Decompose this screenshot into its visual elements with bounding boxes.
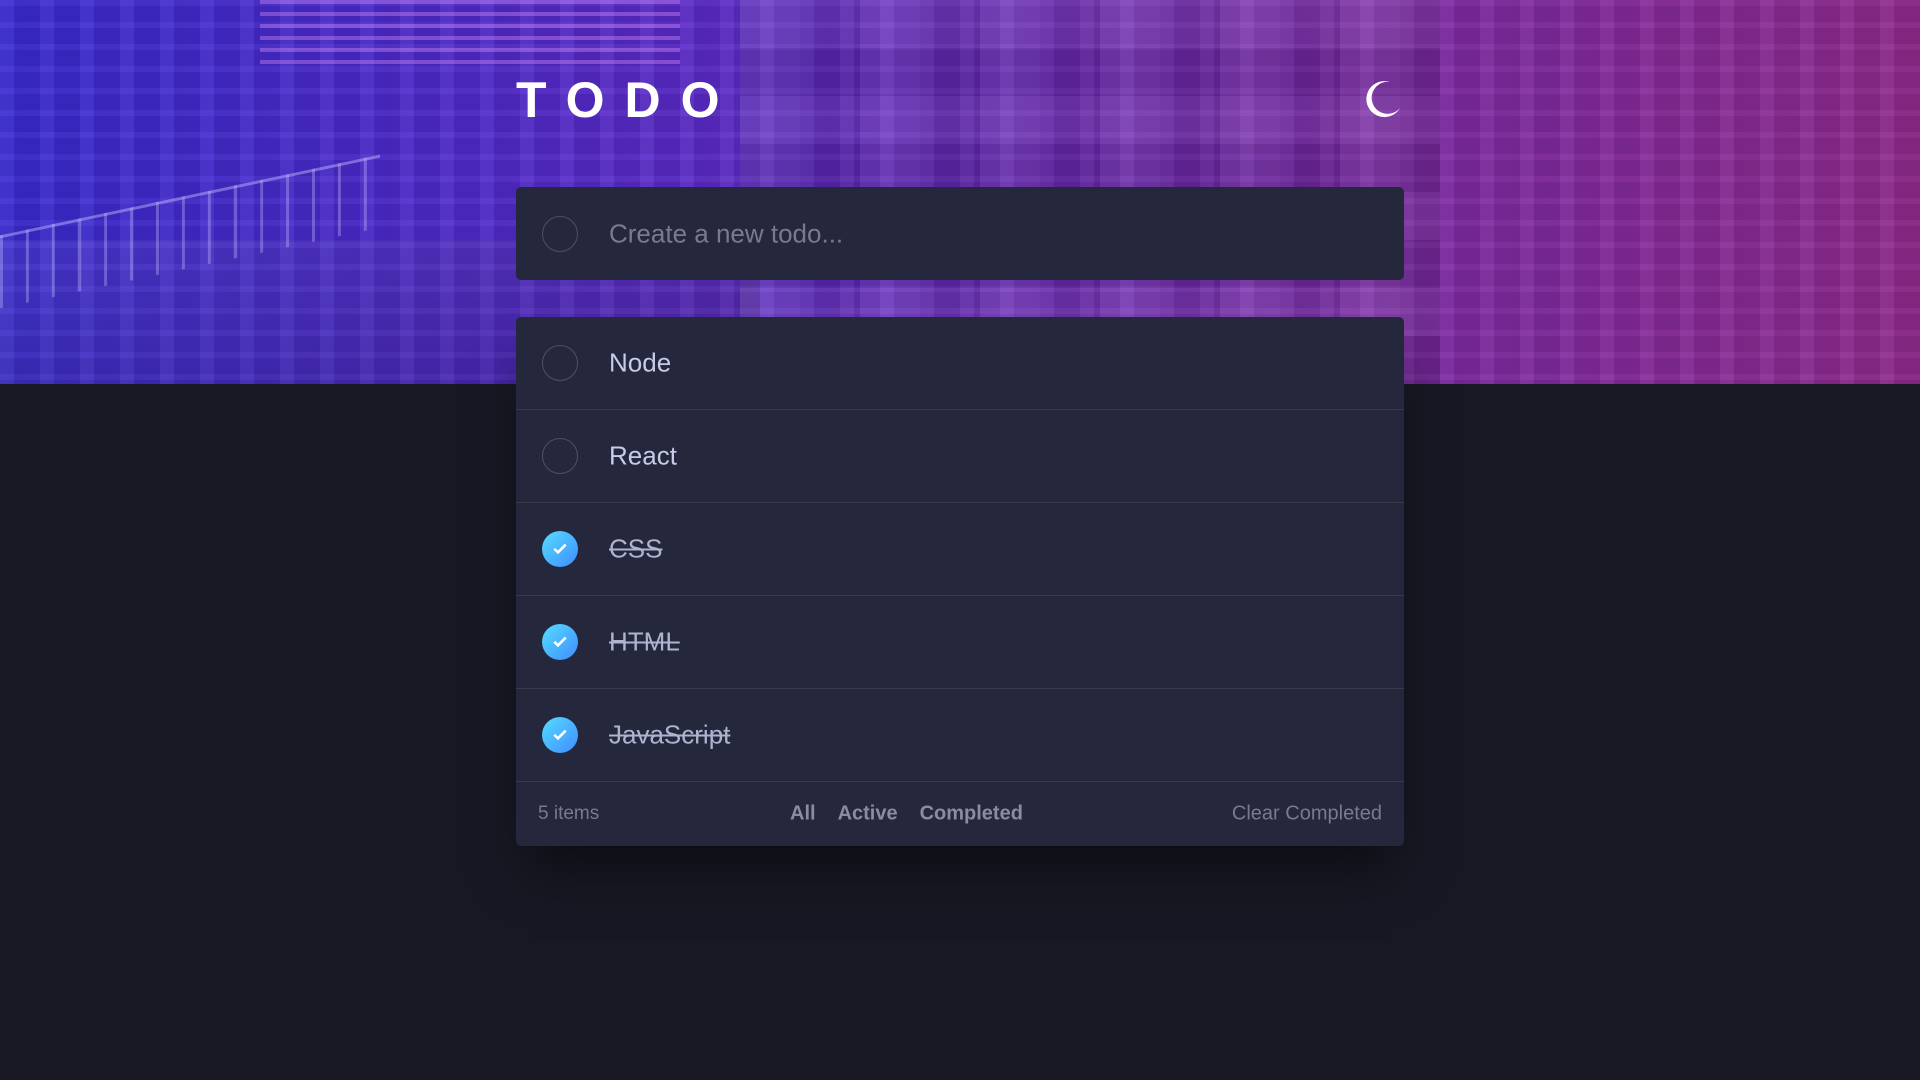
todo-label: React	[609, 440, 677, 471]
unchecked-circle-icon[interactable]	[542, 438, 578, 474]
new-todo-form: Create a new todo...	[516, 187, 1404, 280]
app-title: TODO	[516, 72, 740, 128]
todo-list: Node React CSS HTML JavaScript 5 items All A…	[516, 317, 1404, 846]
todo-label: HTML	[609, 626, 680, 657]
moon-icon	[1366, 81, 1400, 118]
todo-item[interactable]: JavaScript	[516, 689, 1404, 782]
todo-label: Node	[609, 347, 672, 378]
checked-circle-icon[interactable]	[542, 531, 578, 567]
todo-label: CSS	[609, 533, 663, 564]
unchecked-circle-icon[interactable]	[542, 345, 578, 381]
checked-circle-icon[interactable]	[542, 624, 578, 660]
checked-circle-icon[interactable]	[542, 717, 578, 753]
items-count: 5 items	[538, 803, 600, 824]
theme-toggle-button[interactable]	[1360, 76, 1404, 120]
checkmark-icon	[553, 636, 567, 648]
todo-footer: 5 items All Active Completed Clear Compl…	[516, 782, 1404, 846]
todo-item[interactable]: React	[516, 410, 1404, 503]
filter-all[interactable]: All	[790, 803, 816, 826]
ceiling-lights	[260, 0, 680, 70]
clear-completed-button[interactable]: Clear Completed	[1232, 803, 1382, 826]
checkmark-icon	[553, 729, 567, 741]
checkmark-icon	[553, 543, 567, 555]
filter-active[interactable]: Active	[838, 803, 898, 826]
todo-label: JavaScript	[609, 719, 731, 750]
todo-item[interactable]: CSS	[516, 503, 1404, 596]
new-todo-check-icon[interactable]	[542, 215, 578, 252]
filter-completed[interactable]: Completed	[920, 803, 1023, 826]
todo-item[interactable]: HTML	[516, 596, 1404, 689]
todo-item[interactable]: Node	[516, 317, 1404, 410]
filter-tabs: All Active Completed	[790, 803, 1023, 826]
new-todo-input[interactable]: Create a new todo...	[609, 218, 843, 249]
